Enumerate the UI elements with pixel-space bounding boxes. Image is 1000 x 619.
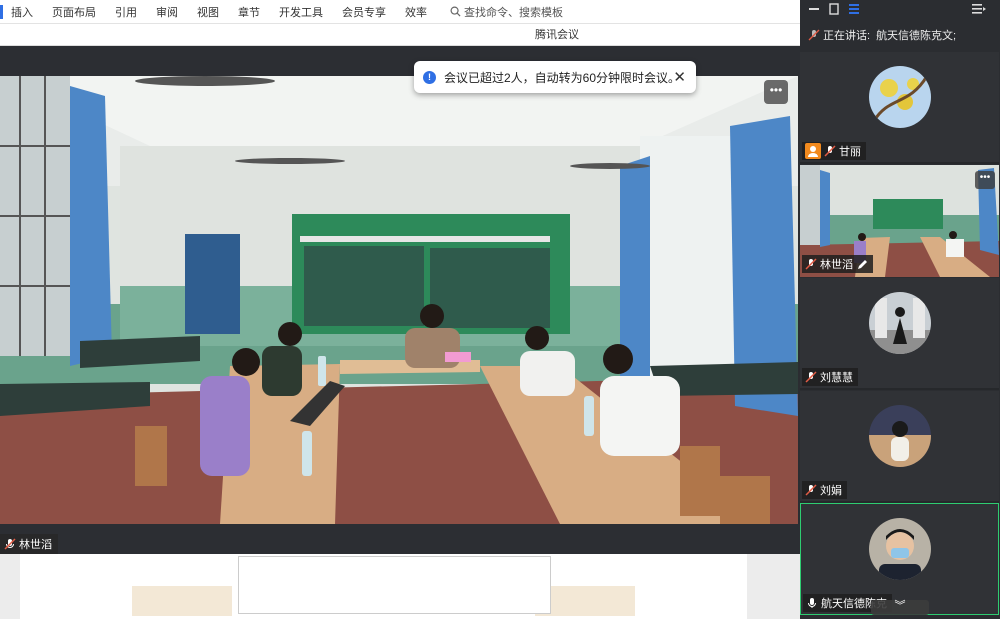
participant-tile[interactable]: 刘慧慧	[800, 278, 999, 390]
main-video-name-tag: 林世滔	[0, 534, 58, 554]
mic-muted-icon	[4, 538, 16, 550]
participant-name-tag: 甘丽	[802, 142, 866, 160]
collapse-sidebar-button[interactable]: ︾	[871, 600, 929, 615]
mic-muted-icon	[805, 258, 817, 270]
command-search[interactable]: 查找命令、搜索模板	[450, 4, 563, 20]
list-view-icon[interactable]	[848, 3, 860, 15]
app-title: 腾讯会议	[535, 29, 579, 41]
participant-name: 林世滔	[820, 259, 853, 271]
classroom-video-frame	[0, 76, 798, 524]
sidebar-toolbar	[800, 0, 1000, 18]
search-placeholder: 查找命令、搜索模板	[464, 6, 563, 19]
participant-tile[interactable]: 甘丽	[800, 52, 999, 164]
mic-muted-icon	[805, 484, 817, 496]
search-icon	[450, 6, 461, 17]
person-icon	[805, 143, 821, 159]
ribbon-tab-view[interactable]: 视图	[197, 4, 219, 20]
meeting-title-bar: 腾讯会议	[0, 24, 800, 46]
document-ribbon: 插入 页面布局 引用 审阅 视图 章节 开发工具 会员专享 效率 查找命令、搜索…	[0, 0, 800, 24]
main-participant-name: 林世滔	[19, 539, 52, 551]
minimize-icon[interactable]	[808, 3, 820, 15]
main-video[interactable]	[0, 76, 798, 524]
decorative-ornament-left	[132, 586, 232, 616]
ribbon-tab-developer[interactable]: 开发工具	[279, 4, 323, 20]
participant-name-tag: 刘娟	[802, 481, 847, 499]
pencil-icon	[858, 259, 867, 269]
participant-tile[interactable]: ••• 林世滔	[800, 165, 999, 277]
speaking-label: 正在讲话:	[823, 30, 871, 42]
avatar	[869, 518, 931, 580]
ribbon-tab-chapter[interactable]: 章节	[238, 4, 260, 20]
mic-muted-icon	[824, 145, 836, 157]
speaking-indicator: 正在讲话: 航天信德陈克文;	[800, 24, 1000, 46]
info-icon: !	[423, 70, 436, 84]
avatar	[869, 66, 931, 128]
participant-name: 刘娟	[820, 485, 842, 497]
avatar	[869, 292, 931, 354]
participant-name-tag: 刘慧慧	[802, 368, 858, 386]
meeting-limit-notice: ! 会议已超过2人，自动转为60分钟限时会议。 ✕	[414, 61, 696, 93]
ribbon-tab-page-layout[interactable]: 页面布局	[52, 4, 96, 20]
speaking-name: 航天信德陈克文;	[876, 30, 957, 42]
tile-more-button[interactable]: •••	[975, 171, 995, 189]
ribbon-tab-member[interactable]: 会员专享	[342, 4, 386, 20]
participant-name: 甘丽	[839, 146, 861, 158]
mic-icon	[808, 29, 820, 41]
mic-muted-icon	[805, 371, 817, 383]
ribbon-tab-references[interactable]: 引用	[115, 4, 137, 20]
sidebar-menu-icon[interactable]	[972, 3, 986, 15]
participant-name: 刘慧慧	[820, 372, 853, 384]
ribbon-edge-marker	[0, 4, 3, 19]
close-icon[interactable]: ✕	[673, 68, 686, 86]
participant-name-tag: 林世滔	[802, 255, 873, 273]
ribbon-tab-insert[interactable]: 插入	[11, 4, 33, 20]
participant-tile[interactable]: 刘娟	[800, 391, 999, 503]
main-video-more-button[interactable]: •••	[764, 80, 788, 104]
notice-message: 会议已超过2人，自动转为60分钟限时会议。	[444, 70, 681, 85]
document-text-box[interactable]	[238, 556, 551, 614]
mic-icon	[808, 598, 816, 608]
participant-tile-active[interactable]: 航天信德陈克	[800, 503, 999, 615]
bottom-strip	[0, 524, 800, 554]
avatar	[869, 405, 931, 467]
ribbon-tab-efficiency[interactable]: 效率	[405, 4, 427, 20]
meeting-screen: 插入 页面布局 引用 审阅 视图 章节 开发工具 会员专享 效率 查找命令、搜索…	[0, 0, 1000, 619]
single-view-icon[interactable]	[828, 3, 840, 15]
ribbon-tab-review[interactable]: 审阅	[156, 4, 178, 20]
